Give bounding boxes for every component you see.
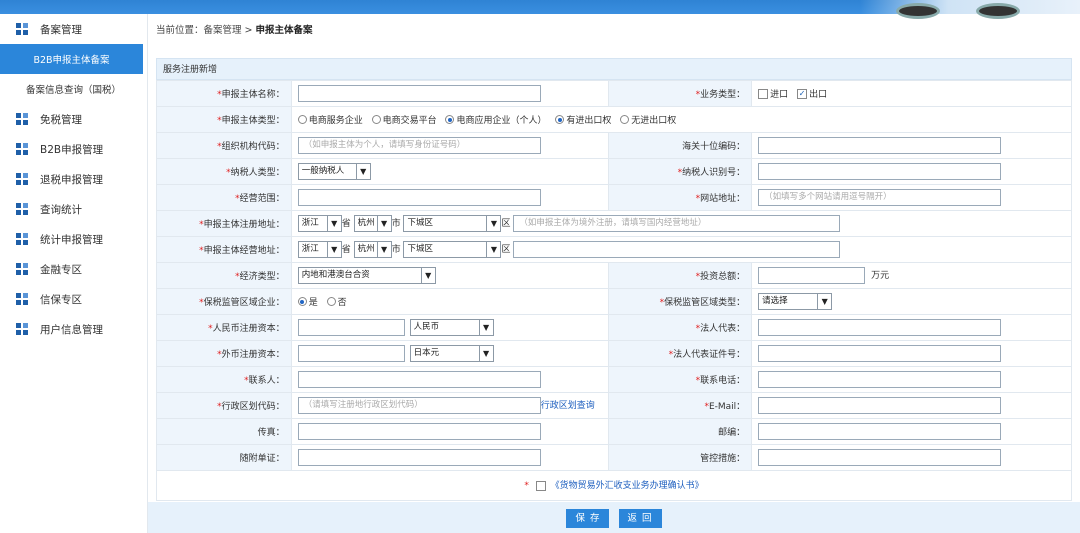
grid-icon — [16, 203, 28, 215]
rmb-currency-select[interactable]: 人民币 ▼ — [409, 319, 494, 336]
attached-docs-input[interactable] — [297, 449, 541, 466]
website-input[interactable]: （如填写多个网站请用逗号隔开） — [758, 189, 1002, 206]
email-input[interactable] — [758, 397, 1002, 414]
rmb-capital-input[interactable] — [297, 319, 405, 336]
bonded-radio-yes[interactable] — [297, 297, 307, 306]
back-button[interactable]: 返 回 — [618, 509, 662, 528]
chevron-down-icon: ▼ — [817, 294, 831, 309]
biz-city-select[interactable]: 杭州 ▼ — [353, 241, 392, 258]
bonded-type-select[interactable]: 请选择 ▼ — [758, 293, 833, 310]
grid-icon — [16, 173, 28, 185]
reg-address-input[interactable]: （如申报主体为境外注册，请填写国内经营地址） — [513, 215, 841, 232]
customs-code-input[interactable] — [758, 137, 1002, 154]
subject-type-radio-platform[interactable] — [371, 115, 381, 124]
sidebar-item-finance[interactable]: 金融专区 — [0, 254, 147, 284]
business-scope-input[interactable] — [297, 189, 541, 206]
taxpayer-type-select[interactable]: 一般纳税人 ▼ — [297, 163, 371, 180]
trade-right-radio-no[interactable] — [620, 115, 630, 124]
chevron-down-icon: ▼ — [420, 268, 435, 283]
chevron-down-icon: ▼ — [355, 164, 370, 179]
confirmation-row: * 《货物贸易外汇收支业务办理确认书》 — [156, 471, 1072, 501]
chevron-down-icon: ▼ — [326, 216, 341, 231]
region-code-input[interactable]: （请填写注册地行政区划代码） — [297, 397, 541, 414]
grid-icon — [16, 113, 28, 125]
sidebar-item-tax-refund[interactable]: 退税申报管理 — [0, 164, 147, 194]
chevron-down-icon: ▼ — [376, 216, 391, 231]
biz-province-select[interactable]: 浙江 ▼ — [297, 241, 342, 258]
taxpayer-id-input[interactable] — [758, 163, 1002, 180]
sidebar: 备案管理 B2B申报主体备案 备案信息查询（国税） 免税管理 B2B申报管理 退… — [0, 14, 148, 533]
import-checkbox[interactable] — [758, 88, 769, 99]
postcode-input[interactable] — [758, 423, 1002, 440]
sidebar-item-credit-insurance[interactable]: 信保专区 — [0, 284, 147, 314]
chevron-down-icon: ▼ — [376, 242, 391, 257]
chevron-down-icon: ▼ — [478, 320, 493, 335]
sidebar-item-tax-exempt[interactable]: 免税管理 — [0, 104, 147, 134]
trade-right-radio-yes[interactable] — [555, 115, 565, 124]
contact-input[interactable] — [297, 371, 541, 388]
org-code-input[interactable]: （如申报主体为个人，请填写身份证号码） — [297, 137, 541, 154]
registration-form: *申报主体名称： *业务类型： 进口 ✓ 出口 *申报主体类型： 电商服务企业 电… — [156, 80, 1073, 471]
grid-icon — [16, 143, 28, 155]
sidebar-item-query-stats[interactable]: 查询统计 — [0, 194, 147, 224]
grid-icon — [16, 293, 28, 305]
legal-rep-id-input[interactable] — [758, 345, 1002, 362]
chevron-down-icon: ▼ — [478, 346, 493, 361]
phone-input[interactable] — [758, 371, 1002, 388]
export-checkbox[interactable]: ✓ — [797, 88, 808, 99]
sidebar-item-stats-declare[interactable]: 统计申报管理 — [0, 224, 147, 254]
grid-icon — [16, 263, 28, 275]
chevron-down-icon: ▼ — [486, 242, 500, 257]
sidebar-item-user-info[interactable]: 用户信息管理 — [0, 314, 147, 344]
grid-icon — [16, 323, 28, 335]
panel-title: 服务注册新增 — [156, 58, 1072, 80]
fax-input[interactable] — [297, 423, 541, 440]
confirm-checkbox[interactable] — [535, 480, 546, 491]
reg-province-select[interactable]: 浙江 ▼ — [297, 215, 342, 232]
airplane-banner-graphic — [860, 0, 1080, 19]
grid-icon — [16, 233, 28, 245]
region-code-lookup-link[interactable]: 行政区划查询 — [541, 401, 595, 411]
sidebar-subitem-b2b-filing[interactable]: B2B申报主体备案 — [0, 44, 143, 74]
footer-bar: 保 存 返 回 — [148, 502, 1080, 533]
biz-address-input[interactable] — [513, 241, 841, 258]
form-panel: 服务注册新增 *申报主体名称： *业务类型： 进口 ✓ 出口 *申报主体类型： 电… — [156, 58, 1073, 501]
foreign-capital-input[interactable] — [297, 345, 405, 362]
bonded-radio-no[interactable] — [326, 297, 336, 306]
breadcrumb: 当前位置：备案管理 > 申报主体备案 — [156, 25, 313, 36]
biz-district-select[interactable]: 下城区 ▼ — [403, 241, 502, 258]
confirmation-doc-link[interactable]: 《货物贸易外汇收支业务办理确认书》 — [551, 481, 704, 491]
sidebar-item-b2b-declare[interactable]: B2B申报管理 — [0, 134, 147, 164]
breadcrumb-current: 申报主体备案 — [255, 25, 313, 36]
subject-type-radio-service[interactable] — [297, 115, 307, 124]
control-measures-input[interactable] — [758, 449, 1002, 466]
sidebar-subitem-filing-query[interactable]: 备案信息查询（国税） — [0, 74, 147, 104]
legal-rep-input[interactable] — [758, 319, 1002, 336]
chevron-down-icon: ▼ — [326, 242, 341, 257]
economy-type-select[interactable]: 内地和港澳台合资 ▼ — [297, 267, 436, 284]
subject-type-radio-application[interactable] — [445, 115, 455, 124]
main-content: 当前位置：备案管理 > 申报主体备案 服务注册新增 *申报主体名称： *业务类型… — [148, 14, 1080, 533]
top-banner — [0, 0, 1080, 19]
sidebar-item-filing[interactable]: 备案管理 — [0, 14, 147, 44]
save-button[interactable]: 保 存 — [566, 509, 610, 528]
subject-name-input[interactable] — [297, 85, 541, 102]
reg-city-select[interactable]: 杭州 ▼ — [353, 215, 392, 232]
foreign-currency-select[interactable]: 日本元 ▼ — [409, 345, 494, 362]
investment-input[interactable] — [758, 267, 866, 284]
chevron-down-icon: ▼ — [486, 216, 500, 231]
grid-icon — [16, 23, 28, 35]
reg-district-select[interactable]: 下城区 ▼ — [403, 215, 502, 232]
